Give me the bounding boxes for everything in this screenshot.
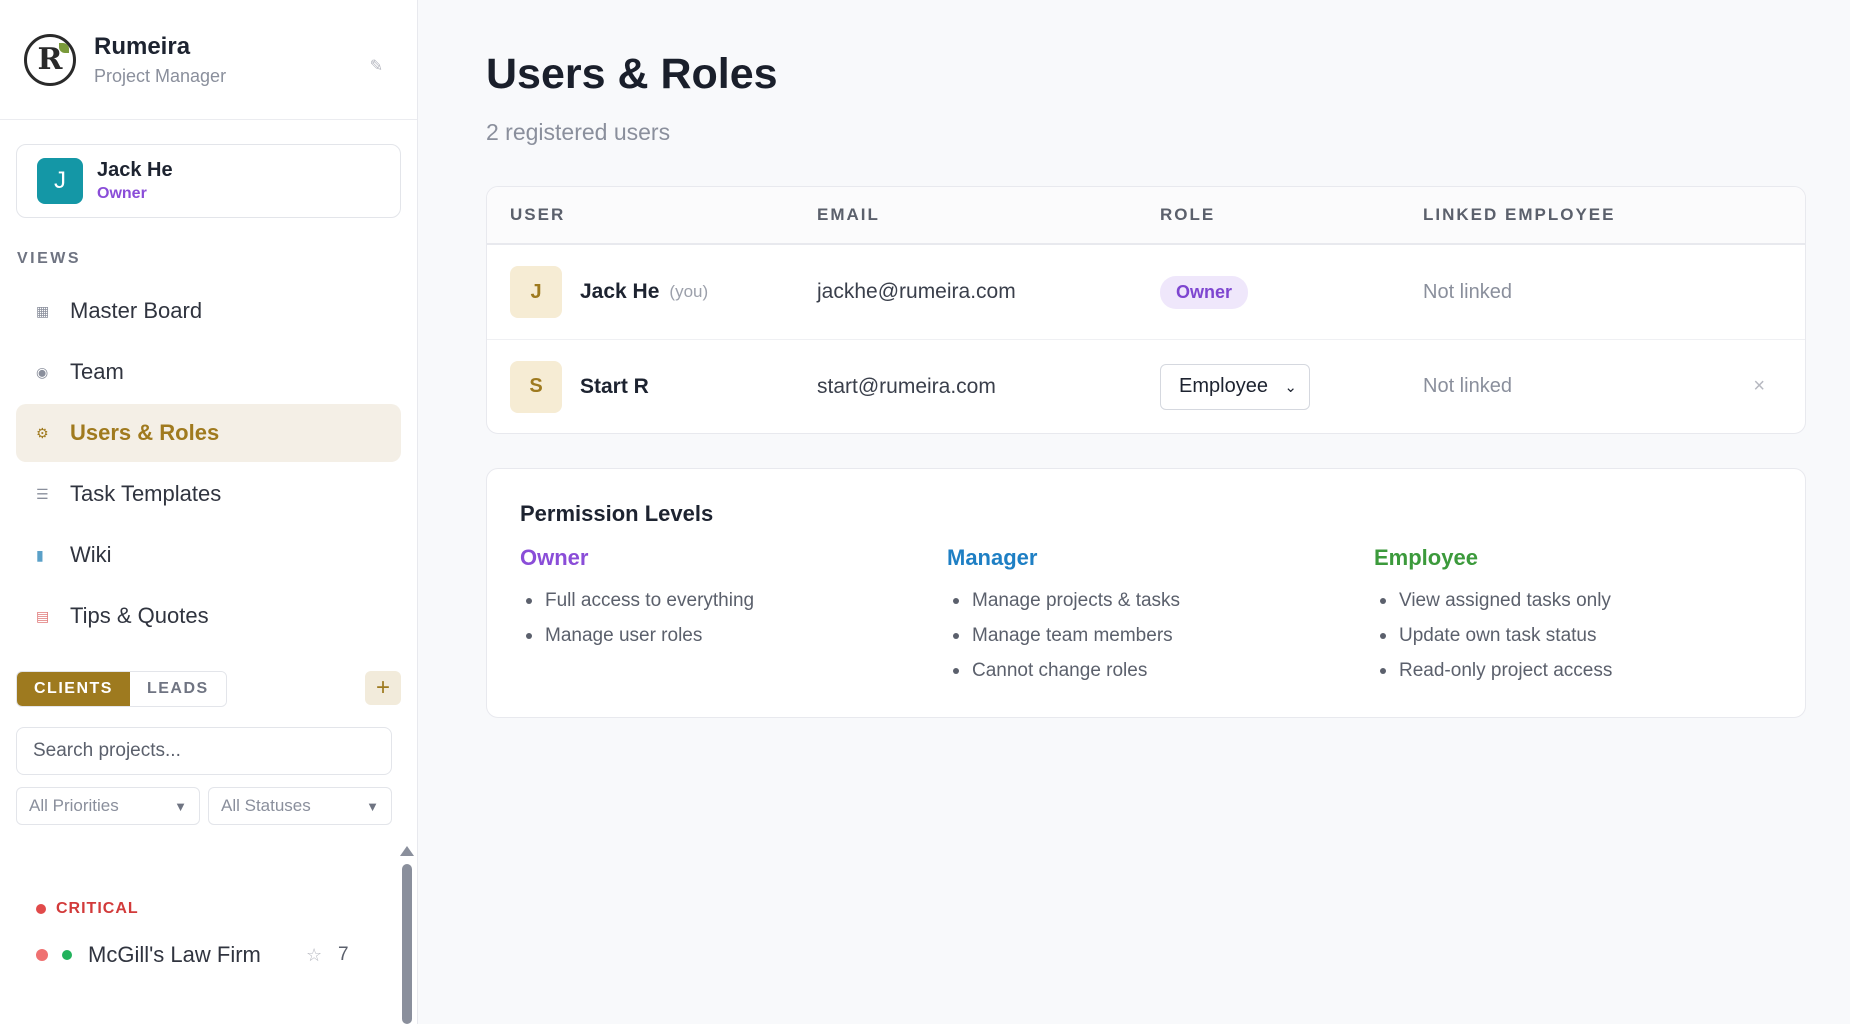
project-name: McGill's Law Firm xyxy=(88,942,261,967)
user-email: jackhe@rumeira.com xyxy=(817,280,1016,303)
caret-down-icon: ▼ xyxy=(366,798,379,814)
chevron-down-icon: ⌄ xyxy=(1284,378,1297,396)
project-task-count: 7 xyxy=(338,944,349,965)
permission-level-name: Owner xyxy=(520,545,589,570)
sidebar-item-label: Team xyxy=(70,359,124,384)
permission-item: Manage projects & tasks xyxy=(947,583,1374,618)
app-root: R Rumeira Project Manager ✎ J Jack He Ow… xyxy=(0,0,1850,1024)
books-icon: ▮ xyxy=(36,546,44,563)
linked-employee: Not linked xyxy=(1423,375,1512,397)
project-group-critical: CRITICAL xyxy=(36,900,139,918)
role-select[interactable]: Employee ⌄ xyxy=(1160,363,1310,410)
priority-dot-icon xyxy=(36,949,48,961)
sidebar-scrollbar[interactable] xyxy=(400,846,414,1024)
permission-item: Cannot change roles xyxy=(947,653,1374,688)
sidebar-item-label: Tips & Quotes xyxy=(70,603,209,628)
permission-levels-card: Permission Levels Owner Full access to e… xyxy=(486,468,1806,718)
status-filter-value: All Statuses xyxy=(221,796,311,815)
leaf-icon xyxy=(59,42,69,53)
sidebar-item-task-templates[interactable]: ☰ Task Templates xyxy=(16,465,401,523)
current-user-name: Jack He xyxy=(97,159,173,181)
status-dot-icon xyxy=(62,950,72,960)
brand-name: Rumeira xyxy=(94,32,191,60)
column-header-role: ROLE xyxy=(1160,205,1216,224)
sidebar-item-tips-quotes[interactable]: ▤ Tips & Quotes xyxy=(16,587,401,645)
user-name: Jack He xyxy=(580,280,660,303)
critical-dot-icon xyxy=(36,904,46,914)
permission-item: Manage team members xyxy=(947,618,1374,653)
add-project-button[interactable]: + xyxy=(365,671,401,705)
search-input[interactable] xyxy=(16,727,392,775)
brand-header: R Rumeira Project Manager ✎ xyxy=(0,0,417,120)
views-label: VIEWS xyxy=(17,250,82,267)
sidebar-item-team[interactable]: ◉ Team xyxy=(16,343,401,401)
star-icon[interactable]: ☆ xyxy=(306,945,322,966)
current-user-role: Owner xyxy=(97,185,147,202)
list-item[interactable]: McGill's Law Firm ☆ 7 xyxy=(36,940,356,970)
user-name: Start R xyxy=(580,374,649,398)
role-badge: Owner xyxy=(1160,275,1249,309)
notepad-icon: ▤ xyxy=(36,607,50,624)
column-header-user: USER xyxy=(510,205,566,224)
tab-clients[interactable]: CLIENTS xyxy=(17,672,130,706)
users-table: USER EMAIL ROLE LINKED EMPLOYEE J Jack H… xyxy=(486,186,1806,434)
project-group-label: CRITICAL xyxy=(56,900,139,917)
brand-logo: R xyxy=(24,33,76,86)
sidebar-item-users-roles[interactable]: ⚙ Users & Roles xyxy=(16,404,401,462)
status-filter[interactable]: All Statuses ▼ xyxy=(208,787,392,825)
you-badge: (you) xyxy=(669,282,709,301)
sidebar-item-label: Users & Roles xyxy=(70,420,220,445)
list-icon: ☰ xyxy=(36,485,49,502)
avatar: J xyxy=(37,158,83,204)
role-select-value: Employee xyxy=(1179,375,1268,397)
permission-employee: Employee View assigned tasks only Update… xyxy=(1374,545,1801,688)
filters: All Priorities ▼ All Statuses ▼ xyxy=(16,787,401,825)
linked-employee: Not linked xyxy=(1423,280,1512,303)
sidebar-item-label: Task Templates xyxy=(70,481,222,506)
sidebar: R Rumeira Project Manager ✎ J Jack He Ow… xyxy=(0,0,418,1024)
caret-down-icon: ▼ xyxy=(174,798,187,814)
project-tabs-row: CLIENTS LEADS + xyxy=(16,671,401,707)
gear-icon: ⚙ xyxy=(36,424,49,441)
project-tabs: CLIENTS LEADS xyxy=(16,671,227,707)
column-header-linked-employee: LINKED EMPLOYEE xyxy=(1423,205,1616,224)
brand-subtitle: Project Manager xyxy=(94,65,227,86)
pencil-icon[interactable]: ✎ xyxy=(370,56,383,76)
table-row: J Jack He (you) jackhe@rumeira.com Owner… xyxy=(487,245,1805,339)
priority-filter-value: All Priorities xyxy=(29,796,119,815)
team-icon: ◉ xyxy=(36,363,49,380)
table-row: S Start R start@rumeira.com Employee ⌄ N… xyxy=(487,339,1805,433)
views-nav: ▦ Master Board ◉ Team ⚙ Users & Roles ☰ … xyxy=(0,282,417,645)
permission-item: View assigned tasks only xyxy=(1374,583,1801,618)
page-subtitle: 2 registered users xyxy=(486,119,671,145)
sidebar-item-label: Master Board xyxy=(70,298,203,323)
permission-item: Manage user roles xyxy=(520,618,947,653)
permission-manager: Manager Manage projects & tasks Manage t… xyxy=(947,545,1374,688)
column-header-email: EMAIL xyxy=(817,205,880,224)
scrollbar-thumb[interactable] xyxy=(402,864,412,1024)
permission-item: Full access to everything xyxy=(520,583,947,618)
sidebar-item-label: Wiki xyxy=(70,542,112,567)
sidebar-item-wiki[interactable]: ▮ Wiki xyxy=(16,526,401,584)
grid-icon: ▦ xyxy=(36,302,50,319)
main-content: Users & Roles 2 registered users USER EM… xyxy=(418,0,1850,1024)
avatar: S xyxy=(510,360,562,413)
user-email: start@rumeira.com xyxy=(817,374,996,398)
permission-level-name: Employee xyxy=(1374,545,1478,570)
permission-item: Read-only project access xyxy=(1374,653,1801,688)
tab-leads[interactable]: LEADS xyxy=(129,672,226,706)
remove-user-icon[interactable]: × xyxy=(1753,375,1765,398)
scroll-up-icon[interactable] xyxy=(400,846,414,856)
permission-owner: Owner Full access to everything Manage u… xyxy=(520,545,947,688)
permission-item: Update own task status xyxy=(1374,618,1801,653)
current-user-card[interactable]: J Jack He Owner xyxy=(16,144,401,218)
sidebar-item-master-board[interactable]: ▦ Master Board xyxy=(16,282,401,340)
priority-filter[interactable]: All Priorities ▼ xyxy=(16,787,200,825)
permission-levels-title: Permission Levels xyxy=(520,501,714,526)
page-title: Users & Roles xyxy=(486,50,778,98)
avatar: J xyxy=(510,266,562,318)
permission-level-name: Manager xyxy=(947,545,1038,570)
table-header: USER EMAIL ROLE LINKED EMPLOYEE xyxy=(487,187,1805,245)
